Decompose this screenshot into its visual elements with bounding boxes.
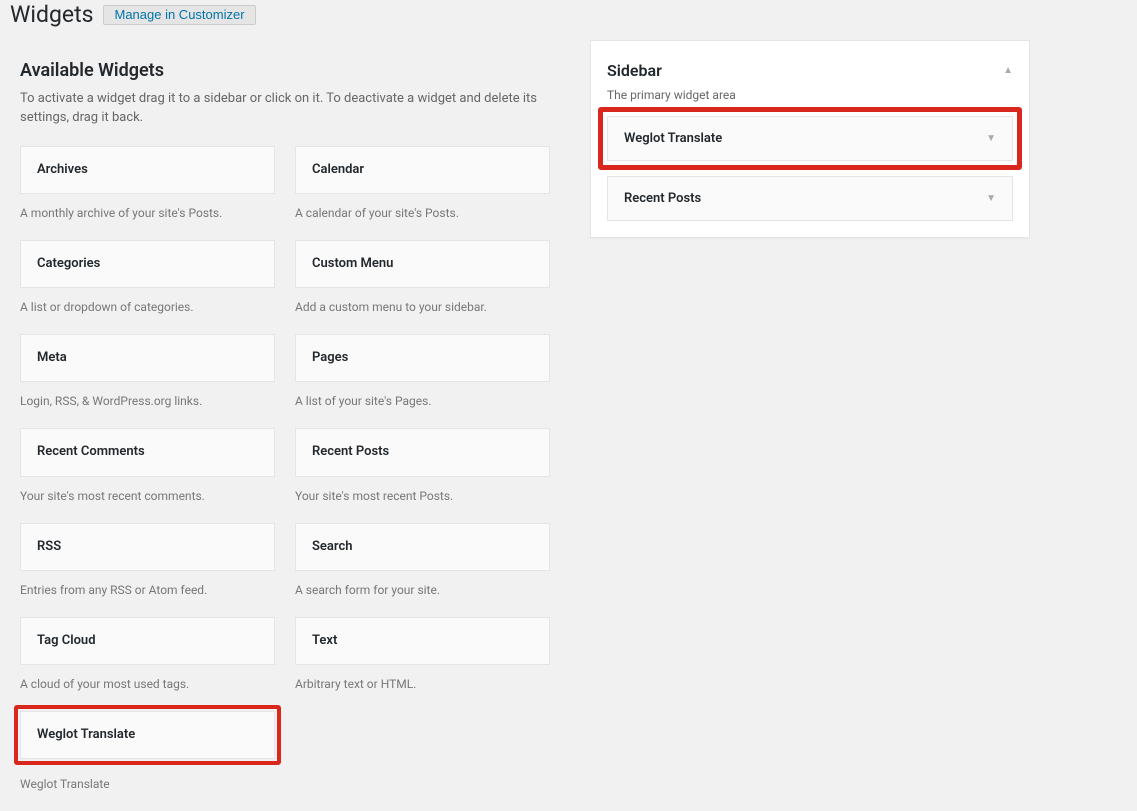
widget-tag-cloud-desc: A cloud of your most used tags. xyxy=(20,675,275,693)
widget-pages[interactable]: Pages xyxy=(295,334,550,382)
widget-pages-desc: A list of your site's Pages. xyxy=(295,392,550,410)
sidebar-title: Sidebar xyxy=(607,61,662,80)
widget-cell-tag-cloud: Tag Cloud A cloud of your most used tags… xyxy=(20,617,275,693)
widget-recent-posts-desc: Your site's most recent Posts. xyxy=(295,487,550,505)
widget-cell-search: Search A search form for your site. xyxy=(295,523,550,599)
widget-search[interactable]: Search xyxy=(295,523,550,571)
widget-cell-recent-comments: Recent Comments Your site's most recent … xyxy=(20,428,275,504)
page-title: Widgets xyxy=(10,0,93,30)
sidebar-panel: Sidebar ▲ The primary widget area Weglot… xyxy=(590,40,1030,238)
highlight-weglot-available: Weglot Translate xyxy=(14,705,281,765)
expand-down-icon: ▼ xyxy=(986,193,996,204)
widget-weglot-translate[interactable]: Weglot Translate xyxy=(20,711,275,759)
widget-cell-custom-menu: Custom Menu Add a custom menu to your si… xyxy=(295,240,550,316)
sidebar-widget-recent-posts[interactable]: Recent Posts ▼ xyxy=(607,176,1013,221)
widget-recent-posts[interactable]: Recent Posts xyxy=(295,428,550,476)
expand-down-icon: ▼ xyxy=(986,133,996,144)
widget-categories[interactable]: Categories xyxy=(20,240,275,288)
widget-calendar[interactable]: Calendar xyxy=(295,146,550,194)
content-wrap: Available Widgets To activate a widget d… xyxy=(20,40,1117,811)
widget-weglot-desc: Weglot Translate xyxy=(20,775,275,793)
widget-categories-desc: A list or dropdown of categories. xyxy=(20,298,275,316)
highlight-weglot-sidebar: Weglot Translate ▼ xyxy=(598,107,1022,170)
widget-cell-meta: Meta Login, RSS, & WordPress.org links. xyxy=(20,334,275,410)
widget-text-desc: Arbitrary text or HTML. xyxy=(295,675,550,693)
available-widgets-column: Available Widgets To activate a widget d… xyxy=(20,40,550,811)
widget-tag-cloud[interactable]: Tag Cloud xyxy=(20,617,275,665)
sidebar-widget-weglot-label: Weglot Translate xyxy=(624,131,722,146)
widget-cell-rss: RSS Entries from any RSS or Atom feed. xyxy=(20,523,275,599)
widget-cell-recent-posts: Recent Posts Your site's most recent Pos… xyxy=(295,428,550,504)
page-header: Widgets Manage in Customizer xyxy=(10,0,1117,40)
widget-meta-desc: Login, RSS, & WordPress.org links. xyxy=(20,392,275,410)
widget-recent-comments-desc: Your site's most recent comments. xyxy=(20,487,275,505)
available-widgets-title: Available Widgets xyxy=(20,60,550,81)
sidebar-header[interactable]: Sidebar ▲ xyxy=(607,53,1013,88)
widget-custom-menu-desc: Add a custom menu to your sidebar. xyxy=(295,298,550,316)
sidebar-widget-weglot[interactable]: Weglot Translate ▼ xyxy=(607,116,1013,161)
widget-archives[interactable]: Archives xyxy=(20,146,275,194)
widget-meta[interactable]: Meta xyxy=(20,334,275,382)
widget-archives-desc: A monthly archive of your site's Posts. xyxy=(20,204,275,222)
widget-cell-text: Text Arbitrary text or HTML. xyxy=(295,617,550,693)
widget-calendar-desc: A calendar of your site's Posts. xyxy=(295,204,550,222)
collapse-up-icon: ▲ xyxy=(1003,65,1013,76)
widget-cell-weglot: Weglot Translate Weglot Translate xyxy=(20,711,275,793)
widget-search-desc: A search form for your site. xyxy=(295,581,550,599)
widget-recent-comments[interactable]: Recent Comments xyxy=(20,428,275,476)
widget-grid: Archives A monthly archive of your site'… xyxy=(20,146,550,811)
available-widgets-desc: To activate a widget drag it to a sideba… xyxy=(20,89,550,128)
manage-customizer-button[interactable]: Manage in Customizer xyxy=(103,5,255,25)
widget-custom-menu[interactable]: Custom Menu xyxy=(295,240,550,288)
widget-cell-archives: Archives A monthly archive of your site'… xyxy=(20,146,275,222)
widget-text[interactable]: Text xyxy=(295,617,550,665)
widget-rss-desc: Entries from any RSS or Atom feed. xyxy=(20,581,275,599)
sidebar-widget-recent-posts-label: Recent Posts xyxy=(624,191,701,206)
widget-cell-pages: Pages A list of your site's Pages. xyxy=(295,334,550,410)
widget-cell-categories: Categories A list or dropdown of categor… xyxy=(20,240,275,316)
widget-rss[interactable]: RSS xyxy=(20,523,275,571)
widget-cell-calendar: Calendar A calendar of your site's Posts… xyxy=(295,146,550,222)
sidebar-column: Sidebar ▲ The primary widget area Weglot… xyxy=(590,40,1030,238)
sidebar-desc: The primary widget area xyxy=(607,88,1013,102)
